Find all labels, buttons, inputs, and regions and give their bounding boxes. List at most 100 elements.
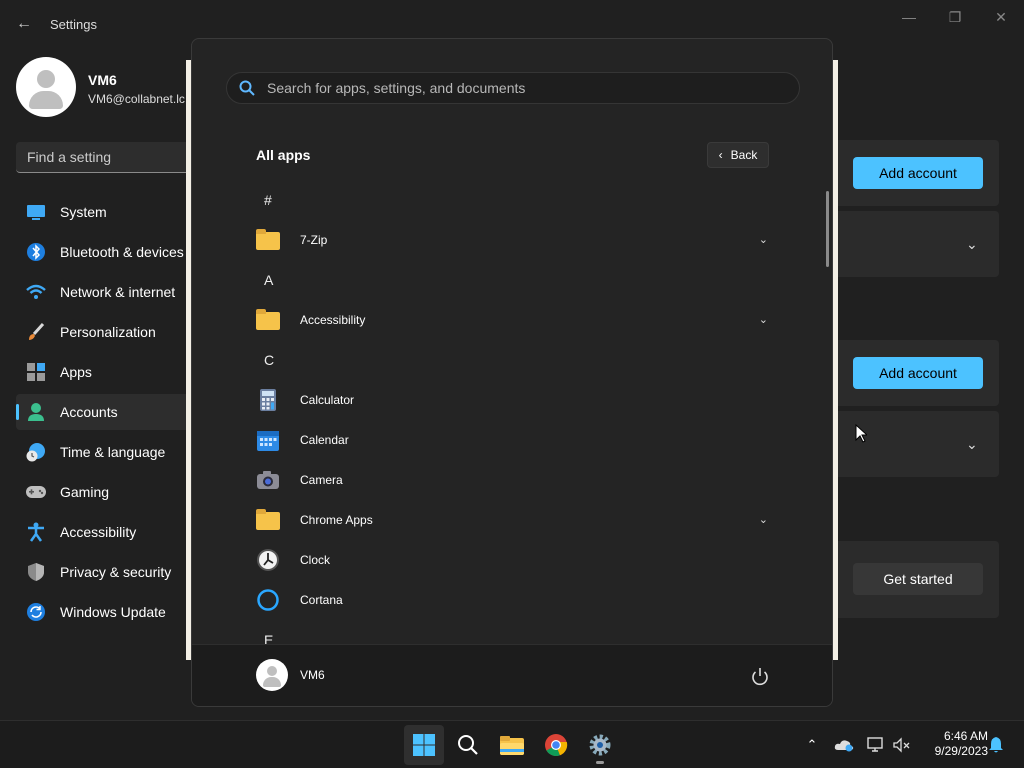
chevron-up-icon[interactable]: ⌃ — [802, 735, 822, 755]
back-arrow-icon[interactable]: ← — [10, 12, 38, 36]
profile-email: VM6@collabnet.lc — [88, 92, 185, 106]
sidebar-item-label: Accessibility — [60, 524, 137, 540]
sidebar-item-label: Privacy & security — [60, 564, 172, 580]
footer-user-name[interactable]: VM6 — [300, 668, 325, 682]
taskbar: ⌃ 6:46 AM 9/29/2023 — [0, 720, 1024, 768]
chevron-down-icon[interactable]: ⌄ — [759, 313, 768, 326]
chevron-down-icon[interactable]: ⌄ — [966, 436, 978, 453]
clock-time: 6:46 AM — [943, 729, 988, 743]
list-item-calendar[interactable]: Calendar — [244, 420, 784, 460]
shield-icon — [26, 562, 46, 582]
list-item-chrome-apps[interactable]: Chrome Apps ⌄ — [244, 500, 784, 540]
app-name: Calendar — [300, 433, 349, 447]
chrome-icon — [545, 734, 568, 756]
search-icon — [458, 735, 478, 755]
running-indicator — [596, 761, 604, 764]
start-button[interactable] — [404, 725, 444, 765]
sidebar-item-apps[interactable]: Apps — [16, 354, 190, 390]
file-explorer-button[interactable] — [492, 725, 532, 765]
sidebar-item-label: Gaming — [60, 484, 110, 500]
folder-icon — [256, 308, 280, 332]
start-search-input[interactable] — [267, 80, 767, 96]
folder-icon — [256, 508, 280, 532]
sidebar-nav: System Bluetooth & devices Network & int… — [16, 194, 190, 634]
app-list: # 7-Zip ⌄ A Accessibility ⌄ C Calculator… — [244, 180, 784, 645]
app-title: Settings — [50, 17, 97, 32]
sidebar-item-label: Time & language — [60, 444, 166, 460]
app-name: Cortana — [300, 593, 343, 607]
clock-date: 9/29/2023 — [934, 744, 988, 758]
power-icon[interactable] — [748, 665, 772, 689]
sidebar-item-accounts[interactable]: Accounts — [16, 394, 190, 430]
chevron-down-icon[interactable]: ⌄ — [759, 513, 768, 526]
gamepad-icon — [26, 482, 46, 502]
apps-icon — [26, 362, 46, 382]
file-explorer-icon — [500, 736, 524, 755]
app-name: Calculator — [300, 393, 355, 407]
avatar[interactable] — [256, 659, 288, 691]
folder-icon — [256, 228, 280, 252]
list-item-calculator[interactable]: Calculator — [244, 380, 784, 420]
list-item-cortana[interactable]: Cortana — [244, 580, 784, 620]
mouse-cursor-icon — [855, 424, 867, 443]
list-item-clock[interactable]: Clock — [244, 540, 784, 580]
chevron-down-icon[interactable]: ⌄ — [759, 233, 768, 246]
sidebar-item-label: Windows Update — [60, 604, 166, 620]
settings-taskbar-button[interactable] — [580, 725, 620, 765]
scrollbar-thumb[interactable] — [826, 191, 829, 267]
sidebar-item-accessibility[interactable]: Accessibility — [16, 514, 190, 550]
sidebar-item-personalization[interactable]: Personalization — [16, 314, 190, 350]
section-letter[interactable]: E — [244, 620, 784, 645]
accessibility-icon — [26, 522, 46, 542]
network-icon[interactable] — [866, 735, 886, 755]
sidebar-item-network[interactable]: Network & internet — [16, 274, 190, 310]
sidebar-item-bluetooth[interactable]: Bluetooth & devices — [16, 234, 190, 270]
avatar[interactable] — [16, 57, 76, 117]
onedrive-icon[interactable] — [834, 735, 854, 755]
list-item-7zip[interactable]: 7-Zip ⌄ — [244, 220, 784, 260]
sidebar-item-time-language[interactable]: Time & language — [16, 434, 190, 470]
notification-bell-icon[interactable] — [986, 735, 1006, 755]
back-button[interactable]: ‹ Back — [707, 142, 769, 168]
update-icon — [26, 602, 46, 622]
sidebar-item-label: Apps — [60, 364, 92, 380]
app-name: Clock — [300, 553, 331, 567]
get-started-button[interactable]: Get started — [853, 563, 983, 595]
add-account-button[interactable]: Add account — [853, 357, 983, 389]
chevron-down-icon[interactable]: ⌄ — [966, 236, 978, 253]
app-name: 7-Zip — [300, 233, 328, 247]
add-account-button[interactable]: Add account — [853, 157, 983, 189]
taskbar-search-button[interactable] — [448, 725, 488, 765]
profile-name: VM6 — [88, 72, 117, 88]
sidebar-item-gaming[interactable]: Gaming — [16, 474, 190, 510]
sidebar-item-label: System — [60, 204, 107, 220]
section-letter[interactable]: C — [244, 340, 784, 380]
camera-icon — [256, 468, 280, 492]
list-item-accessibility[interactable]: Accessibility ⌄ — [244, 300, 784, 340]
cortana-icon — [256, 588, 280, 612]
system-icon — [26, 202, 46, 222]
clock-icon — [256, 548, 280, 572]
windows-logo-icon — [413, 734, 435, 756]
minimize-button[interactable]: — — [891, 6, 927, 28]
find-setting-input[interactable]: Find a setting — [16, 142, 190, 173]
app-name: Chrome Apps — [300, 513, 373, 527]
calculator-icon — [256, 388, 280, 412]
sidebar-item-label: Network & internet — [60, 284, 176, 300]
system-clock[interactable]: 6:46 AM 9/29/2023 — [918, 729, 988, 759]
bluetooth-icon — [26, 242, 46, 262]
maximize-button[interactable]: ❐ — [937, 6, 973, 28]
sidebar-item-windows-update[interactable]: Windows Update — [16, 594, 190, 630]
start-search-box[interactable] — [226, 72, 800, 104]
section-letter[interactable]: # — [244, 180, 784, 220]
search-icon — [239, 80, 255, 96]
sidebar-item-label: Personalization — [60, 324, 156, 340]
sidebar-item-system[interactable]: System — [16, 194, 190, 230]
volume-muted-icon[interactable] — [892, 735, 912, 755]
sidebar-item-label: Accounts — [60, 404, 118, 420]
chrome-button[interactable] — [536, 725, 576, 765]
section-letter[interactable]: A — [244, 260, 784, 300]
list-item-camera[interactable]: Camera — [244, 460, 784, 500]
close-button[interactable]: ✕ — [983, 6, 1019, 28]
sidebar-item-privacy[interactable]: Privacy & security — [16, 554, 190, 590]
